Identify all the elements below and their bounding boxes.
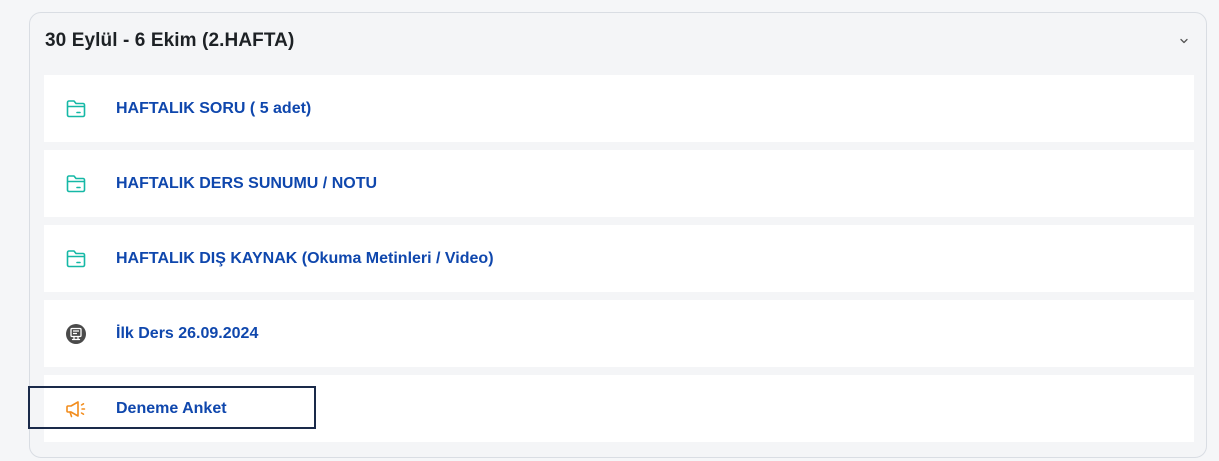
folder-icon — [64, 97, 88, 121]
folder-icon — [64, 247, 88, 271]
folder-icon — [64, 172, 88, 196]
video-conference-icon — [64, 322, 88, 346]
activity-link[interactable]: Deneme Anket — [116, 400, 227, 418]
activity-item[interactable]: HAFTALIK DERS SUNUMU / NOTU — [44, 150, 1194, 217]
activity-item[interactable]: HAFTALIK DIŞ KAYNAK (Okuma Metinleri / V… — [44, 225, 1194, 292]
section-title: 30 Eylül - 6 Ekim (2.HAFTA) — [45, 30, 295, 51]
collapse-toggle-button[interactable] — [1174, 31, 1194, 51]
activity-link[interactable]: HAFTALIK DERS SUNUMU / NOTU — [116, 175, 377, 193]
activity-item[interactable]: HAFTALIK SORU ( 5 adet) — [44, 75, 1194, 142]
activity-item[interactable]: İlk Ders 26.09.2024 — [44, 300, 1194, 367]
activity-link[interactable]: HAFTALIK DIŞ KAYNAK (Okuma Metinleri / V… — [116, 250, 494, 268]
megaphone-icon — [64, 397, 88, 421]
activity-item[interactable]: Deneme Anket — [44, 375, 1194, 442]
chevron-down-icon — [1180, 38, 1188, 44]
course-section: 30 Eylül - 6 Ekim (2.HAFTA) HAFTALIK SOR… — [29, 12, 1207, 458]
activity-link[interactable]: HAFTALIK SORU ( 5 adet) — [116, 100, 311, 118]
activity-link[interactable]: İlk Ders 26.09.2024 — [116, 325, 258, 343]
